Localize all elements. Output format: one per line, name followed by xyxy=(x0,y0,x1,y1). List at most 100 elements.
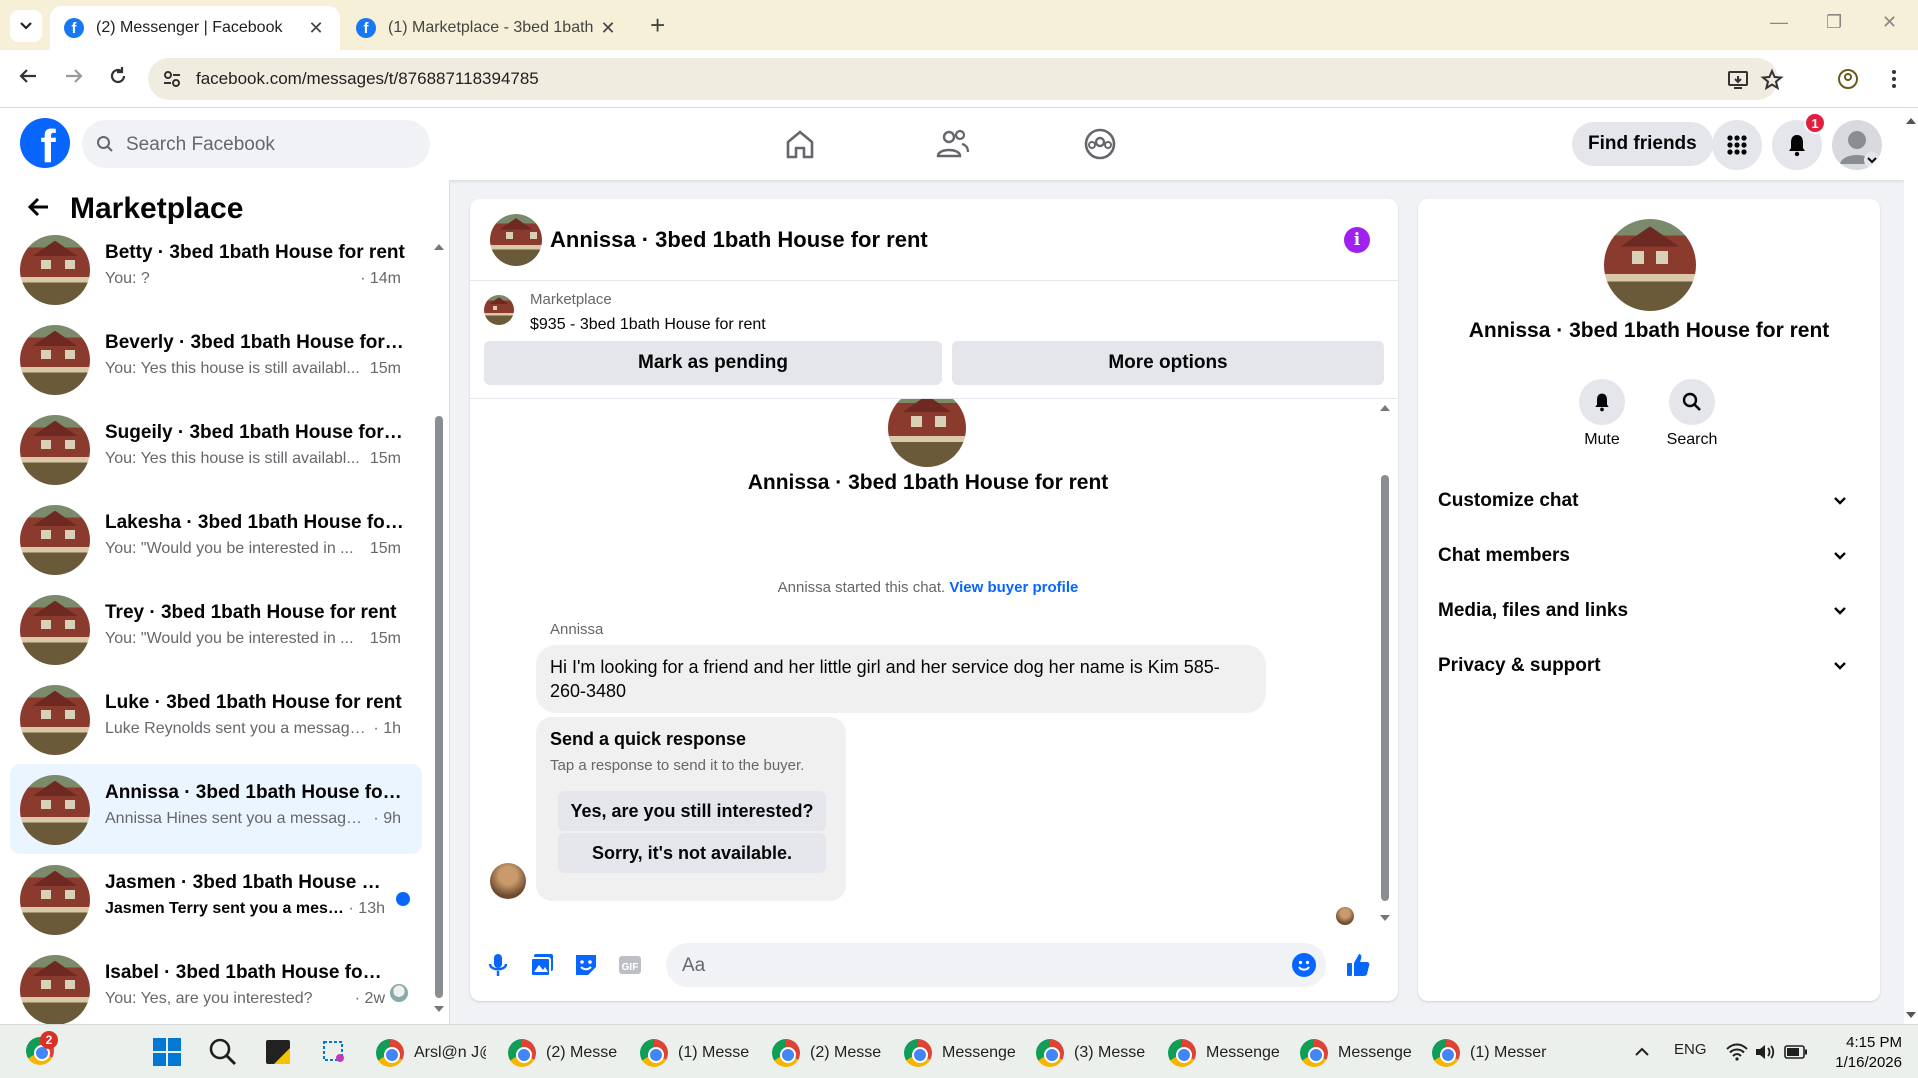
more-options-button[interactable]: More options xyxy=(952,341,1384,385)
emoji-icon[interactable] xyxy=(1292,953,1316,977)
microphone-icon[interactable] xyxy=(484,951,512,979)
install-app-icon[interactable] xyxy=(1726,68,1750,92)
info-icon[interactable]: i xyxy=(1344,227,1370,253)
conversation-item[interactable]: Trey · 3bed 1bath House for rent You: "W… xyxy=(10,584,422,674)
taskbar-chrome-window[interactable]: Arsl@n J@ xyxy=(376,1037,486,1069)
taskbar-chrome-window[interactable]: (3) Messe xyxy=(1036,1037,1146,1069)
browser-menu-icon[interactable] xyxy=(1882,67,1906,91)
conversation-item[interactable]: Beverly · 3bed 1bath House for r... You:… xyxy=(10,314,422,404)
search-action[interactable]: Search xyxy=(1652,379,1732,449)
conversation-item[interactable]: Luke · 3bed 1bath House for rent Luke Re… xyxy=(10,674,422,764)
back-button[interactable] xyxy=(14,65,42,93)
scroll-down-arrow-icon[interactable] xyxy=(1904,1008,1918,1022)
listing-thumbnail[interactable] xyxy=(484,295,514,325)
conversation-list-scrollbar[interactable] xyxy=(432,240,446,1018)
listing-price-title[interactable]: $935 - 3bed 1bath House for rent xyxy=(530,316,766,334)
menu-grid-button[interactable] xyxy=(1712,120,1762,170)
scroll-up-arrow-icon[interactable] xyxy=(1378,401,1392,413)
conversation-name: Beverly · 3bed 1bath House for r... xyxy=(105,332,405,353)
listing-avatar xyxy=(20,865,90,935)
taskbar-chrome-window[interactable]: Messenge xyxy=(1168,1037,1288,1069)
chat-members-section[interactable]: Chat members xyxy=(1438,536,1862,576)
conversation-item-unread[interactable]: Jasmen · 3bed 1bath House for... Jasmen … xyxy=(10,854,422,944)
scroll-thumb[interactable] xyxy=(1381,475,1389,901)
chevron-up-icon[interactable] xyxy=(1634,1044,1650,1060)
snippet-text: You: ? xyxy=(105,270,150,287)
windows-start-icon[interactable] xyxy=(152,1037,182,1067)
groups-icon[interactable] xyxy=(1080,126,1120,162)
details-avatar[interactable] xyxy=(1604,219,1696,311)
sticky-notes-icon[interactable] xyxy=(264,1038,292,1066)
chrome-icon xyxy=(772,1039,800,1067)
wifi-icon[interactable] xyxy=(1726,1043,1748,1061)
thread-scrollbar[interactable] xyxy=(1378,399,1392,929)
profile-icon[interactable] xyxy=(1836,67,1860,91)
find-friends-button[interactable]: Find friends xyxy=(1572,122,1713,166)
facebook-logo[interactable]: f xyxy=(20,118,70,168)
taskbar-chrome-window[interactable]: (1) Messer xyxy=(640,1037,750,1069)
mute-button[interactable] xyxy=(1579,379,1625,425)
site-settings-icon[interactable] xyxy=(162,69,182,89)
chat-title[interactable]: Annissa · 3bed 1bath House for rent xyxy=(550,227,928,253)
reload-button[interactable] xyxy=(104,65,132,93)
account-avatar[interactable] xyxy=(1832,120,1882,170)
conversation-item[interactable]: Betty · 3bed 1bath House for rent You: ?… xyxy=(10,224,422,314)
quick-response-not-available-button[interactable]: Sorry, it's not available. xyxy=(558,833,826,873)
search-facebook-input[interactable]: Search Facebook xyxy=(82,120,430,168)
scroll-up-arrow-icon[interactable] xyxy=(432,240,446,252)
taskbar-chrome-window[interactable]: (2) Messe xyxy=(772,1037,882,1069)
home-icon[interactable] xyxy=(780,126,820,162)
bookmark-star-icon[interactable] xyxy=(1760,68,1784,92)
taskbar-search-icon[interactable] xyxy=(208,1037,238,1067)
snipping-tool-icon[interactable] xyxy=(320,1038,348,1066)
quick-response-still-interested-button[interactable]: Yes, are you still interested? xyxy=(558,791,826,831)
volume-icon[interactable] xyxy=(1754,1043,1776,1061)
mark-as-pending-button[interactable]: Mark as pending xyxy=(484,341,942,385)
view-buyer-profile-link[interactable]: View buyer profile xyxy=(949,579,1078,596)
tab-messenger[interactable]: f (2) Messenger | Facebook ✕ xyxy=(50,6,340,50)
privacy-support-section[interactable]: Privacy & support xyxy=(1438,646,1862,686)
chrome-icon xyxy=(1036,1039,1064,1067)
close-tab-icon[interactable]: ✕ xyxy=(306,18,326,39)
scroll-down-arrow-icon[interactable] xyxy=(1378,913,1392,925)
scroll-down-arrow-icon[interactable] xyxy=(432,1004,446,1016)
new-tab-button[interactable]: + xyxy=(650,12,665,38)
sticker-icon[interactable] xyxy=(572,951,600,979)
message-input[interactable]: Aa xyxy=(666,943,1326,987)
close-tab-icon[interactable]: ✕ xyxy=(598,18,618,39)
conversation-item-selected[interactable]: Annissa · 3bed 1bath House for r... Anni… xyxy=(10,764,422,854)
restore-button[interactable]: ❐ xyxy=(1826,12,1842,33)
taskbar-chrome-window[interactable]: (2) Messe xyxy=(508,1037,618,1069)
scroll-thumb[interactable] xyxy=(435,416,443,998)
taskbar-chrome-window[interactable]: Messenge xyxy=(904,1037,1024,1069)
forward-button[interactable] xyxy=(60,65,88,93)
conversation-item[interactable]: Sugeily · 3bed 1bath House for r... You:… xyxy=(10,404,422,494)
taskbar-chrome-window[interactable]: Messenge xyxy=(1300,1037,1420,1069)
seen-avatar xyxy=(390,984,408,1002)
sender-avatar xyxy=(490,863,526,899)
minimize-button[interactable]: — xyxy=(1770,12,1788,33)
customize-chat-section[interactable]: Customize chat xyxy=(1438,481,1862,521)
battery-icon[interactable] xyxy=(1784,1045,1808,1059)
conversation-item[interactable]: Isabel · 3bed 1bath House for ... You: Y… xyxy=(10,944,422,1024)
address-bar[interactable]: facebook.com/messages/t/876887118394785 xyxy=(148,58,1784,100)
tab-search-dropdown[interactable] xyxy=(10,10,42,42)
close-window-button[interactable]: ✕ xyxy=(1882,12,1897,33)
photo-icon[interactable] xyxy=(528,951,556,979)
system-clock[interactable]: 4:15 PM 1/16/2026 xyxy=(1826,1033,1902,1073)
input-language[interactable]: ENG xyxy=(1674,1041,1707,1058)
conversation-item[interactable]: Lakesha · 3bed 1bath House for ... You: … xyxy=(10,494,422,584)
gif-icon[interactable]: GIF xyxy=(616,951,644,979)
search-in-chat-button[interactable] xyxy=(1669,379,1715,425)
scroll-up-arrow-icon[interactable] xyxy=(1904,114,1918,128)
back-arrow-icon[interactable] xyxy=(26,194,52,220)
mute-action[interactable]: Mute xyxy=(1562,379,1642,449)
friends-icon[interactable] xyxy=(932,126,972,162)
chat-avatar[interactable] xyxy=(490,214,542,266)
chrome-pinned-icon[interactable]: 2 xyxy=(26,1031,58,1067)
tab-marketplace[interactable]: f (1) Marketplace - 3bed 1bath H ✕ xyxy=(342,6,632,50)
media-files-links-section[interactable]: Media, files and links xyxy=(1438,591,1862,631)
like-thumb-icon[interactable] xyxy=(1344,951,1372,979)
page-scrollbar[interactable] xyxy=(1904,108,1918,1024)
taskbar-chrome-window[interactable]: (1) Messer xyxy=(1432,1037,1552,1069)
